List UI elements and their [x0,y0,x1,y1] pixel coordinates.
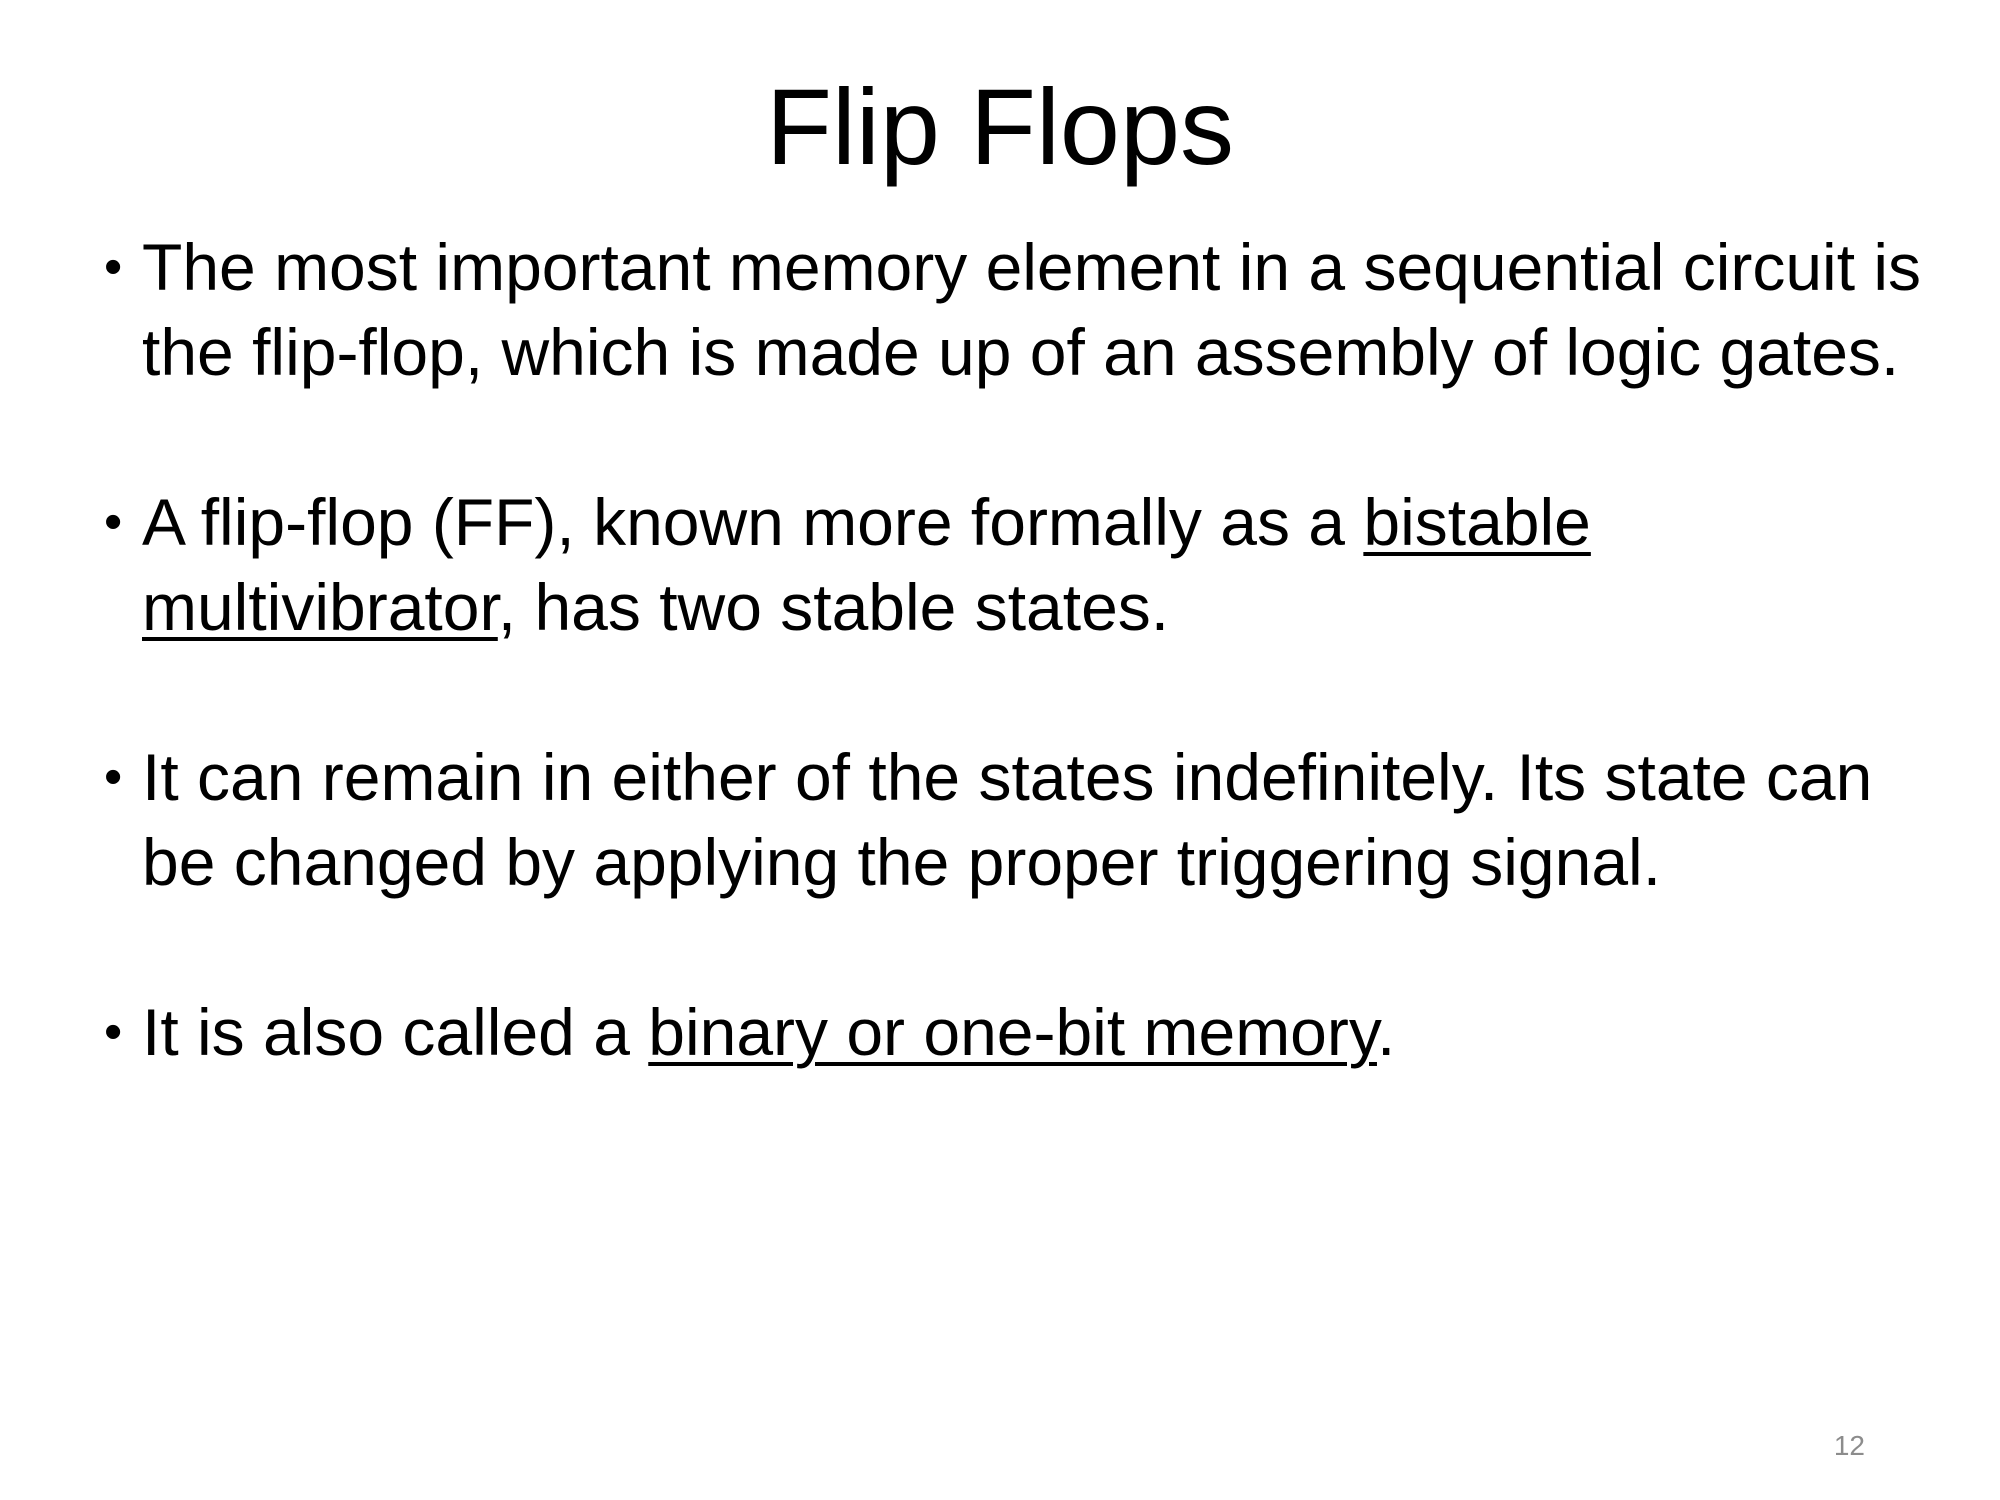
bullet-text: It is also called a [142,995,649,1069]
page-number: 12 [1833,1430,1865,1461]
slide: Flip Flops • The most important memory e… [0,0,2000,1500]
bullet-icon: • [104,748,123,806]
bullet-item-3: • It can remain in either of the states … [100,735,1960,905]
bullet-item-2: • A flip-flop (FF), known more formally … [100,480,1960,650]
bullet-text: A flip-flop (FF), known more formally as… [142,485,1364,559]
bullet-icon: • [104,1003,123,1061]
bullet-text: The most important memory element in a s… [142,230,1922,389]
bullet-text: It can remain in either of the states in… [142,740,1873,899]
bullet-icon: • [104,493,123,551]
underlined-term: binary or one-bit memory [648,995,1377,1069]
bullet-item-4: • It is also called a binary or one-bit … [100,990,1960,1075]
bullet-text-after: , has two stable states. [497,570,1170,644]
bullet-icon: • [104,238,123,296]
slide-title: Flip Flops [765,66,1235,187]
bullet-item-1: • The most important memory element in a… [100,225,1960,395]
bullet-text-after: . [1376,995,1396,1069]
bullet-list: • The most important memory element in a… [100,225,1960,1160]
